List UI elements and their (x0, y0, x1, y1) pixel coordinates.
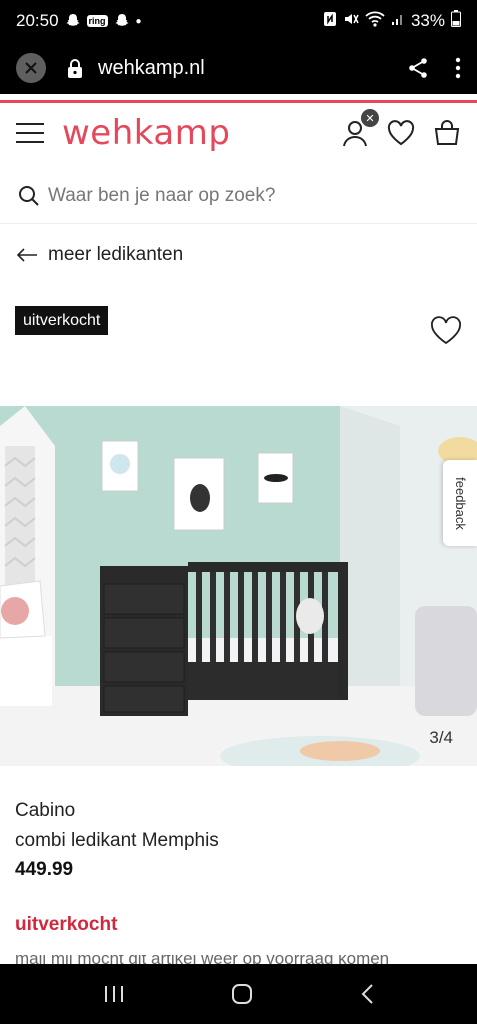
mute-icon (343, 11, 359, 32)
url-text[interactable]: wehkamp.nl (98, 57, 205, 80)
notify-me-label: mail mij mocht dit artikel weer op voorr… (15, 955, 389, 964)
snapchat-icon-2 (114, 12, 130, 31)
status-time: 20:50 (16, 11, 59, 30)
wishlist-heart-icon[interactable] (430, 316, 462, 346)
menu-icon[interactable] (16, 123, 44, 143)
image-counter: 3/4 (429, 728, 453, 747)
browser-address-bar: wehkamp.nl (0, 42, 477, 94)
availability-status: uitverkocht (15, 914, 118, 935)
back-link-label: meer ledikanten (48, 244, 184, 265)
snapchat-icon (65, 12, 81, 31)
close-badge-icon: ✕ (361, 109, 379, 127)
back-icon[interactable] (360, 983, 374, 1005)
more-options-icon[interactable] (455, 57, 461, 79)
product-name: combi ledikant Memphis (15, 830, 219, 851)
close-tab-button[interactable] (16, 53, 46, 83)
wifi-icon (365, 11, 385, 32)
sold-out-badge: uitverkocht (15, 306, 109, 335)
nfc-icon (323, 11, 337, 32)
product-brand[interactable]: Cabino (15, 800, 75, 822)
status-bar: 20:50 ring ● 33% (0, 0, 477, 42)
search-input[interactable]: Waar ben je naar op zoek? (48, 185, 275, 207)
search-bar[interactable]: Waar ben je naar op zoek? (0, 168, 477, 224)
back-link[interactable]: meer ledikanten (16, 240, 183, 270)
account-button[interactable]: ✕ (341, 109, 379, 147)
lock-icon (68, 59, 82, 78)
search-icon (19, 185, 39, 206)
product-image-carousel[interactable]: 3/4 (0, 406, 477, 766)
shopping-bag-icon[interactable] (433, 120, 461, 146)
system-nav-bar (0, 964, 477, 1024)
feedback-label: feedback (452, 476, 468, 530)
recent-apps-icon[interactable] (103, 984, 125, 1004)
site-header: wehkamp ✕ (0, 103, 477, 163)
arrow-left-icon (16, 248, 37, 262)
home-icon[interactable] (231, 983, 253, 1005)
notification-dot-icon: ● (135, 15, 142, 27)
heart-icon[interactable] (387, 120, 415, 146)
share-icon[interactable] (407, 57, 429, 79)
ring-app-icon: ring (86, 15, 108, 27)
feedback-button[interactable]: feedback (443, 460, 477, 546)
battery-icon (451, 10, 461, 32)
notify-me-text[interactable]: mail mij mocht dit artikel weer op voorr… (15, 955, 389, 964)
battery-percent: 33% (410, 11, 445, 30)
signal-icon (391, 11, 405, 31)
close-icon (25, 62, 37, 74)
product-photo (0, 406, 477, 766)
wehkamp-logo[interactable]: wehkamp (62, 113, 230, 153)
product-price: 449.99 (15, 859, 74, 880)
